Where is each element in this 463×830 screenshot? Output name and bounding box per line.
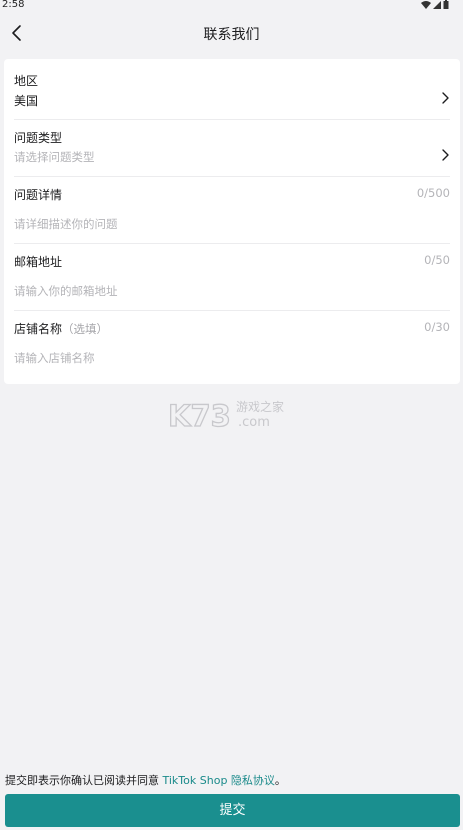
details-placeholder[interactable]: 请详细描述你的问题 xyxy=(14,216,118,232)
battery-icon xyxy=(443,0,449,9)
page-title: 联系我们 xyxy=(203,27,260,43)
chevron-right-icon xyxy=(442,149,449,161)
shop-name-label: 店铺名称（选填） xyxy=(14,322,109,336)
consent-label: 提交即表示你确认已阅读并同意 xyxy=(5,774,163,787)
region-value: 美国 xyxy=(14,94,39,108)
region-label: 地区 xyxy=(14,74,39,88)
consent-period: 。 xyxy=(274,774,286,787)
optional-hint: （选填） xyxy=(62,322,109,336)
shop-name-counter: 0/30 xyxy=(424,320,450,334)
issue-type-row[interactable]: 问题类型 请选择问题类型 xyxy=(4,119,460,176)
email-label: 邮箱地址 xyxy=(14,255,63,269)
region-row[interactable]: 地区 美国 xyxy=(4,59,460,119)
watermark-logo: K73 游戏之家 .com xyxy=(167,398,298,433)
shop-name-placeholder[interactable]: 请输入店铺名称 xyxy=(14,350,95,366)
wifi-icon xyxy=(421,0,431,9)
consent-text: 提交即表示你确认已阅读并同意 TikTok Shop 隐私协议。 xyxy=(5,772,286,788)
status-time: 2:58 xyxy=(2,0,25,10)
issue-type-label: 问题类型 xyxy=(14,131,63,145)
details-field[interactable]: 问题详情 0/500 请详细描述你的问题 xyxy=(4,176,460,243)
email-counter: 0/50 xyxy=(424,253,450,267)
email-placeholder[interactable]: 请输入你的邮箱地址 xyxy=(14,283,118,299)
privacy-policy-link[interactable]: TikTok Shop 隐私协议 xyxy=(163,774,275,787)
signal-icon xyxy=(433,0,441,9)
contact-form: 地区 美国 问题类型 请选择问题类型 问题详情 0/500 请详细描述你的问题 … xyxy=(4,59,460,384)
svg-text:游戏之家: 游戏之家 xyxy=(236,399,284,414)
details-counter: 0/500 xyxy=(416,186,450,200)
status-icons xyxy=(421,0,449,9)
submit-button[interactable]: 提交 xyxy=(5,794,460,827)
shop-name-field[interactable]: 店铺名称（选填） 0/30 请输入店铺名称 xyxy=(4,310,460,380)
svg-text:.com: .com xyxy=(238,415,270,430)
status-bar: 2:58 xyxy=(0,0,463,11)
svg-text:K73: K73 xyxy=(168,399,231,432)
issue-type-placeholder: 请选择问题类型 xyxy=(14,150,95,164)
details-label: 问题详情 xyxy=(14,188,63,202)
chevron-right-icon xyxy=(442,92,449,104)
watermark-graphic: K73 游戏之家 .com xyxy=(167,398,284,433)
nav-bar: 联系我们 xyxy=(0,11,463,55)
email-field[interactable]: 邮箱地址 0/50 请输入你的邮箱地址 xyxy=(4,243,460,310)
